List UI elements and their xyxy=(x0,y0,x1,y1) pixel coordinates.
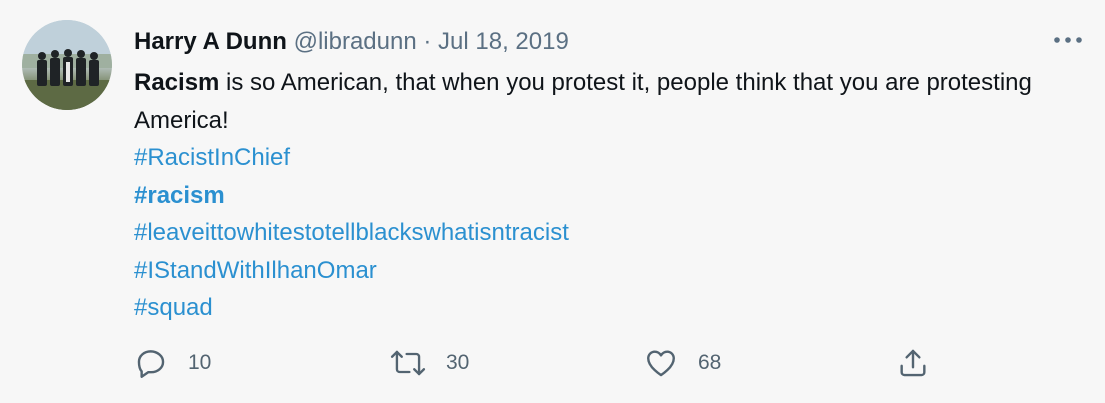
hashtag-link[interactable]: #racism xyxy=(134,177,1074,215)
hashtag-link[interactable]: #RacistInChief xyxy=(134,139,1074,177)
more-options-button[interactable] xyxy=(1050,26,1086,54)
avatar-photo xyxy=(22,20,112,110)
retweet-button[interactable]: 30 xyxy=(390,343,469,383)
avatar[interactable] xyxy=(22,20,112,110)
retweet-count: 30 xyxy=(446,351,470,374)
more-options-icon xyxy=(1054,37,1082,43)
tweet-body-text: is so American, that when you protest it… xyxy=(134,69,1032,134)
share-icon xyxy=(896,346,930,380)
hashtag-link[interactable]: #squad xyxy=(134,289,1074,327)
reply-count: 10 xyxy=(188,351,212,374)
tweet-bold-lead: Racism xyxy=(134,69,220,96)
hashtag-link[interactable]: #leaveittowhitestotellblackswhatisntraci… xyxy=(134,214,1074,252)
tweet-header: Harry A Dunn @libradunn · Jul 18, 2019 xyxy=(134,26,569,58)
share-button[interactable] xyxy=(896,343,930,383)
like-button[interactable]: 68 xyxy=(644,343,721,383)
retweet-icon xyxy=(390,346,426,380)
reply-icon xyxy=(134,346,168,380)
like-icon xyxy=(644,346,678,380)
author-name[interactable]: Harry A Dunn xyxy=(134,28,287,55)
reply-button[interactable]: 10 xyxy=(134,343,211,383)
tweet-actions: 10 30 68 xyxy=(134,343,944,383)
hashtag-link[interactable]: #IStandWithIlhanOmar xyxy=(134,252,1074,290)
tweet-body: Racism is so American, that when you pro… xyxy=(134,64,1074,139)
tweet-date[interactable]: Jul 18, 2019 xyxy=(438,28,569,55)
header-separator: · xyxy=(423,28,432,55)
tweet-text: Racism is so American, that when you pro… xyxy=(134,64,1074,327)
like-count: 68 xyxy=(698,351,722,374)
author-handle[interactable]: @libradunn xyxy=(294,28,417,55)
